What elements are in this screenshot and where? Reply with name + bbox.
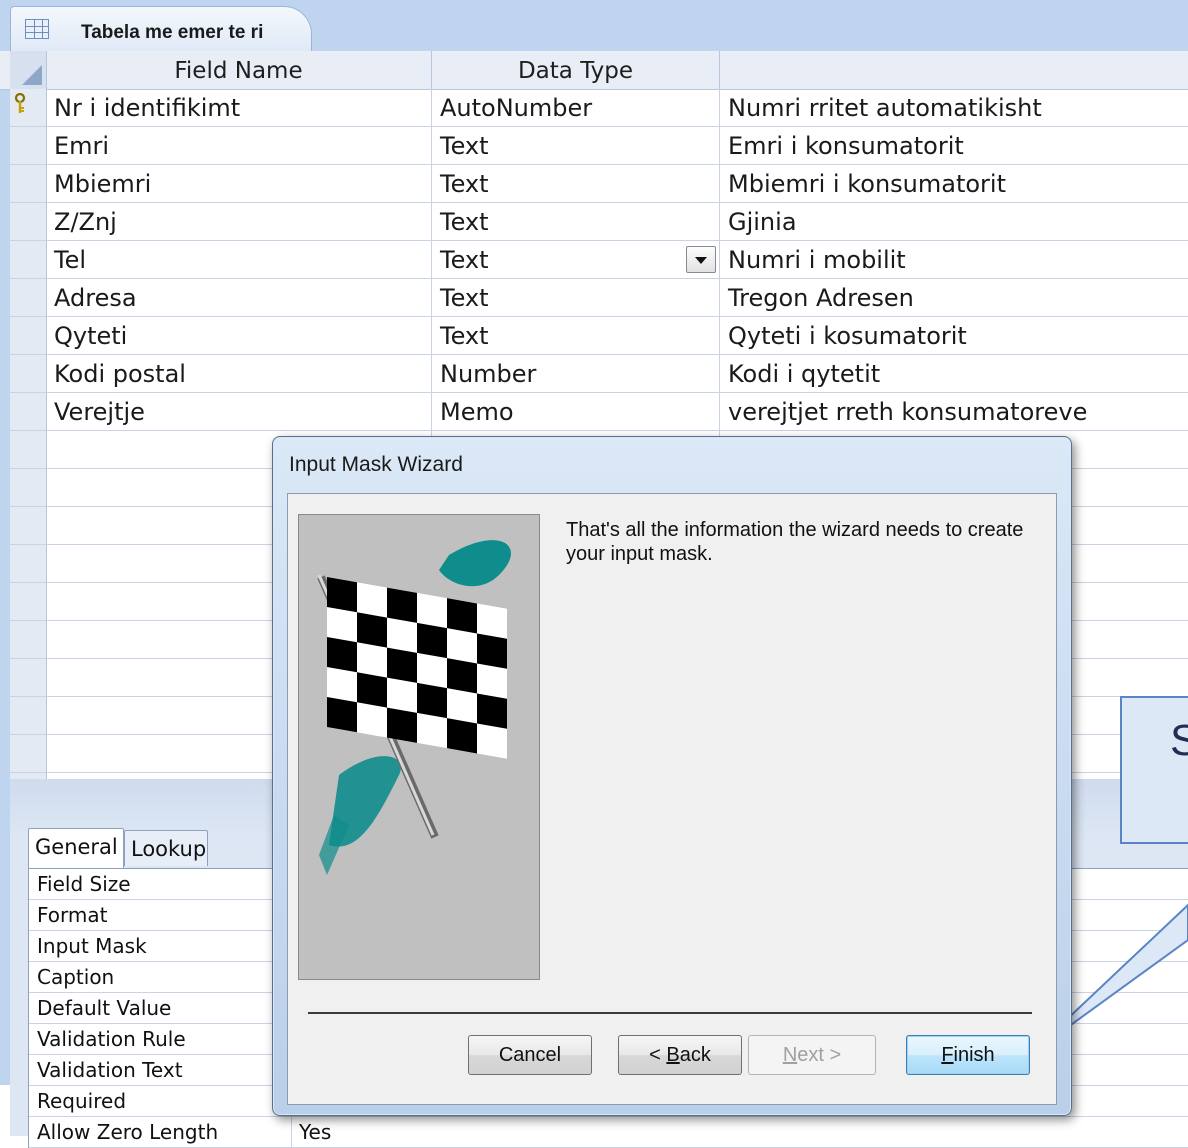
- finish-button[interactable]: Finish: [906, 1035, 1030, 1075]
- callout-text: S: [1170, 716, 1188, 765]
- cancel-button[interactable]: Cancel: [468, 1035, 592, 1075]
- finish-flag-icon: [317, 540, 511, 875]
- checkered-flag-image: [298, 514, 540, 980]
- next-button[interactable]: Next >: [748, 1035, 876, 1075]
- dialog-body: That's all the information the wizard ne…: [287, 493, 1057, 1105]
- dialog-title: Input Mask Wizard: [289, 453, 463, 476]
- back-button[interactable]: < Back: [618, 1035, 742, 1075]
- wizard-message: That's all the information the wizard ne…: [566, 519, 1024, 565]
- separator-line: [308, 1012, 1032, 1014]
- input-mask-wizard-dialog: Input Mask Wizard That's all the informa…: [272, 436, 1072, 1116]
